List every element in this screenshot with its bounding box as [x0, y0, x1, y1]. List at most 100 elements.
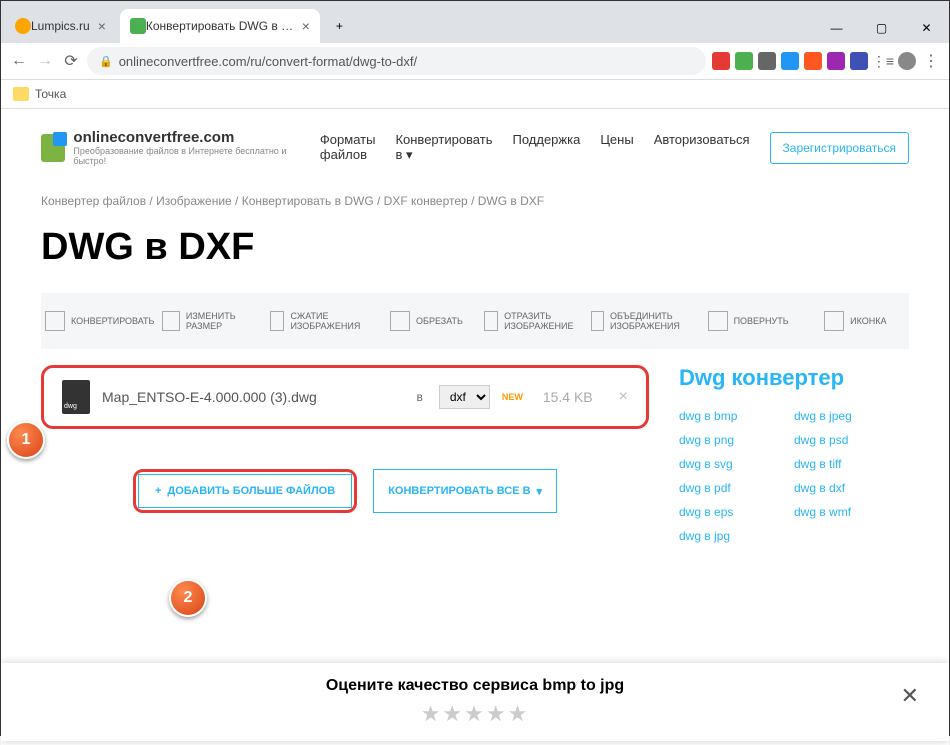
sidebar-links: dwg в bmp dwg в jpeg dwg в png dwg в psd…: [679, 409, 909, 543]
new-tab-button[interactable]: +: [324, 9, 355, 43]
breadcrumb-item[interactable]: Изображение: [156, 194, 232, 208]
close-icon[interactable]: ✕: [901, 683, 919, 709]
menu-icon[interactable]: ⋮: [921, 51, 941, 71]
page-content: onlineconvertfree.com Преобразование фай…: [1, 109, 949, 745]
tool-flip[interactable]: ОТРАЗИТЬ ИЗОБРАЖЕНИЕ: [480, 303, 587, 339]
plus-icon: +: [336, 19, 343, 33]
side-link[interactable]: dwg в tiff: [794, 457, 909, 471]
file-icon: [62, 380, 90, 414]
ext-icon[interactable]: [781, 52, 799, 70]
bookmark-item[interactable]: Точка: [13, 87, 66, 101]
side-link[interactable]: dwg в eps: [679, 505, 794, 519]
tool-rotate[interactable]: ПОВЕРНУТЬ: [695, 303, 802, 339]
breadcrumb-item[interactable]: DXF конвертер: [384, 194, 468, 208]
ext-icon[interactable]: [850, 52, 868, 70]
file-column: 1 Map_ENTSO-E-4.000.000 (3).dwg в dxf NE…: [41, 365, 649, 543]
side-link[interactable]: dwg в png: [679, 433, 794, 447]
favicon-icon: [130, 18, 146, 34]
tool-icon: [45, 311, 65, 331]
main-nav: Форматы файлов Конвертировать в ▾ Поддер…: [320, 132, 909, 164]
address-bar: ← → ⟳ 🔒 onlineconvertfree.com/ru/convert…: [1, 43, 949, 80]
forward-icon[interactable]: →: [35, 51, 55, 71]
nav-convert[interactable]: Конвертировать в ▾: [395, 132, 492, 164]
side-link[interactable]: dwg в svg: [679, 457, 794, 471]
ext-icon[interactable]: [758, 52, 776, 70]
side-link[interactable]: dwg в jpeg: [794, 409, 909, 423]
convert-all-label: КОНВЕРТИРОВАТЬ ВСЕ В: [388, 485, 530, 497]
ext-icon[interactable]: [804, 52, 822, 70]
page-title: DWG в DXF: [41, 226, 909, 269]
tool-icon: [270, 311, 285, 331]
format-select[interactable]: dxf: [439, 385, 490, 409]
logo-icon: [41, 134, 65, 162]
tool-icon-make[interactable]: ИКОНКА: [802, 303, 909, 339]
remove-file-icon[interactable]: ×: [619, 388, 628, 406]
lock-icon: 🔒: [99, 55, 113, 68]
nav-prices[interactable]: Цены: [600, 132, 633, 164]
logo[interactable]: onlineconvertfree.com Преобразование фай…: [41, 129, 290, 166]
side-link[interactable]: dwg в dxf: [794, 481, 909, 495]
url-text: onlineconvertfree.com/ru/convert-format/…: [119, 54, 417, 69]
avatar-icon[interactable]: [898, 52, 916, 70]
breadcrumb-item[interactable]: Конвертер файлов: [41, 194, 146, 208]
tool-icon: [484, 311, 498, 331]
maximize-button[interactable]: ▢: [859, 13, 904, 43]
rating-bar: Оцените качество сервиса bmp to jpg ★★★★…: [1, 663, 949, 741]
convert-all-button[interactable]: КОНВЕРТИРОВАТЬ ВСЕ В ▾: [373, 469, 557, 513]
side-link[interactable]: dwg в pdf: [679, 481, 794, 495]
settings-icon[interactable]: ⋮≡: [873, 51, 893, 71]
side-link[interactable]: dwg в jpg: [679, 529, 794, 543]
tool-resize[interactable]: ИЗМЕНИТЬ РАЗМЕР: [158, 303, 265, 339]
ext-icon[interactable]: [712, 52, 730, 70]
tool-convert[interactable]: КОНВЕРТИРОВАТЬ: [41, 303, 158, 339]
tool-icon: [390, 311, 410, 331]
breadcrumb-item[interactable]: Конвертировать в DWG: [242, 194, 374, 208]
chevron-down-icon: ▾: [406, 147, 413, 162]
rating-title: Оцените качество сервиса bmp to jpg: [41, 677, 909, 695]
new-badge: NEW: [502, 392, 523, 402]
breadcrumb-item: DWG в DXF: [478, 194, 544, 208]
reload-icon[interactable]: ⟳: [61, 51, 81, 71]
side-link[interactable]: dwg в wmf: [794, 505, 909, 519]
nav-support[interactable]: Поддержка: [512, 132, 580, 164]
register-button[interactable]: Зарегистрироваться: [770, 132, 909, 164]
sidebar-converter: Dwg конвертер dwg в bmp dwg в jpeg dwg в…: [679, 365, 909, 543]
tool-icon: [708, 311, 728, 331]
file-name: Map_ENTSO-E-4.000.000 (3).dwg: [102, 389, 404, 405]
ext-icon[interactable]: [735, 52, 753, 70]
browser-window: Lumpics.ru × Конвертировать DWG в DXF он…: [0, 0, 950, 736]
tool-icon: [824, 311, 844, 331]
add-more-button[interactable]: + ДОБАВИТЬ БОЛЬШЕ ФАЙЛОВ: [133, 469, 357, 513]
side-link[interactable]: dwg в psd: [794, 433, 909, 447]
close-icon[interactable]: ×: [302, 18, 310, 34]
tool-compress[interactable]: СЖАТИЕ ИЗОБРАЖЕНИЯ: [266, 303, 373, 339]
minimize-button[interactable]: —: [814, 13, 859, 43]
folder-icon: [13, 87, 29, 101]
bookmarks-bar: Точка: [1, 80, 949, 109]
main-area: 1 Map_ENTSO-E-4.000.000 (3).dwg в dxf NE…: [41, 365, 909, 543]
annotation-marker-2: 2: [169, 579, 207, 617]
close-button[interactable]: ✕: [904, 13, 949, 43]
tab-title: Конвертировать DWG в DXF он: [146, 19, 294, 33]
add-more-label: ДОБАВИТЬ БОЛЬШЕ ФАЙЛОВ: [167, 485, 335, 497]
window-controls: — ▢ ✕: [814, 13, 949, 43]
nav-formats[interactable]: Форматы файлов: [320, 132, 376, 164]
plus-icon: +: [155, 485, 161, 497]
close-icon[interactable]: ×: [98, 18, 106, 34]
rating-stars[interactable]: ★★★★★: [41, 701, 909, 727]
extensions: ⋮≡ ⋮: [712, 51, 941, 71]
tool-crop[interactable]: ОБРЕЗАТЬ: [373, 303, 480, 339]
back-icon[interactable]: ←: [9, 51, 29, 71]
side-link[interactable]: dwg в bmp: [679, 409, 794, 423]
nav-login[interactable]: Авторизоваться: [654, 132, 750, 164]
url-input[interactable]: 🔒 onlineconvertfree.com/ru/convert-forma…: [87, 47, 706, 75]
tab-lumpics[interactable]: Lumpics.ru ×: [5, 9, 116, 43]
to-label: в: [416, 390, 422, 404]
ext-icon[interactable]: [827, 52, 845, 70]
tool-merge[interactable]: ОБЪЕДИНИТЬ ИЗОБРАЖЕНИЯ: [587, 303, 694, 339]
site-header: onlineconvertfree.com Преобразование фай…: [41, 109, 909, 186]
tab-convert[interactable]: Конвертировать DWG в DXF он ×: [120, 9, 320, 43]
tab-strip: Lumpics.ru × Конвертировать DWG в DXF он…: [1, 1, 949, 43]
tab-title: Lumpics.ru: [31, 19, 90, 33]
action-buttons: 2 + ДОБАВИТЬ БОЛЬШЕ ФАЙЛОВ КОНВЕРТИРОВАТ…: [41, 469, 649, 513]
